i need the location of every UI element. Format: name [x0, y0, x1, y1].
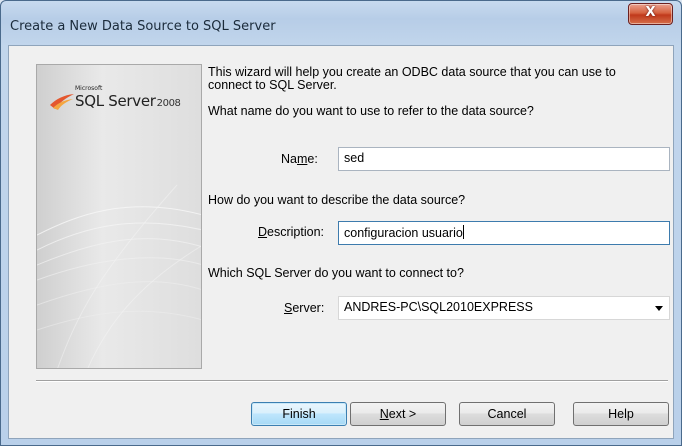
- sql-server-logo: Microsoft SQL Server2008: [49, 85, 199, 125]
- next-button-label: ext >: [388, 407, 417, 421]
- footer-separator: [36, 380, 668, 382]
- logo-swoosh-icon: [50, 94, 74, 110]
- logo-year: 2008: [156, 98, 181, 109]
- chevron-down-icon[interactable]: [655, 306, 663, 311]
- dialog-client-area: Microsoft SQL Server2008 This wizard wil…: [8, 45, 674, 439]
- server-question: Which SQL Server do you want to connect …: [208, 266, 464, 280]
- cancel-button[interactable]: Cancel: [459, 402, 555, 426]
- next-button-accel: N: [379, 407, 389, 421]
- description-label-post: escription:: [267, 225, 325, 239]
- logo-product-name: SQL Server2008: [75, 92, 181, 110]
- intro-line-1: This wizard will help you create an ODBC…: [208, 65, 616, 79]
- next-button[interactable]: Next >: [350, 402, 446, 426]
- sql-server-banner: Microsoft SQL Server2008: [36, 64, 202, 369]
- name-label-accel: m: [296, 152, 308, 166]
- title-bar[interactable]: Create a New Data Source to SQL Server X: [1, 1, 681, 45]
- name-question: What name do you want to use to refer to…: [208, 104, 534, 118]
- window-title: Create a New Data Source to SQL Server: [10, 19, 276, 34]
- description-label-accel: D: [258, 225, 268, 239]
- dialog-window: Create a New Data Source to SQL Server X: [0, 0, 682, 446]
- intro-line-2: connect to SQL Server.: [208, 78, 337, 92]
- name-label-post: e:: [307, 152, 318, 166]
- name-input-value: sed: [344, 151, 365, 165]
- name-label: Name:: [281, 152, 318, 166]
- description-input-value: configuracion usuario: [344, 226, 463, 240]
- close-icon: X: [645, 5, 656, 20]
- server-dropdown-value: ANDRES-PC\SQL2010EXPRESS: [344, 300, 533, 314]
- logo-microsoft-text: Microsoft: [75, 85, 103, 92]
- description-label: Description:: [258, 225, 324, 239]
- text-caret: [462, 225, 464, 239]
- server-label-post: erver:: [292, 301, 325, 315]
- name-input[interactable]: sed: [338, 147, 670, 171]
- logo-product-text: SQL Server: [75, 92, 156, 110]
- server-dropdown[interactable]: ANDRES-PC\SQL2010EXPRESS: [338, 296, 670, 320]
- description-question: How do you want to describe the data sou…: [208, 193, 466, 207]
- finish-button[interactable]: Finish: [251, 402, 347, 426]
- help-button[interactable]: Help: [573, 402, 669, 426]
- description-input[interactable]: configuracion usuario: [338, 221, 670, 245]
- close-button[interactable]: X: [628, 3, 673, 25]
- name-label-pre: Na: [281, 152, 297, 166]
- server-label: Server:: [284, 301, 324, 315]
